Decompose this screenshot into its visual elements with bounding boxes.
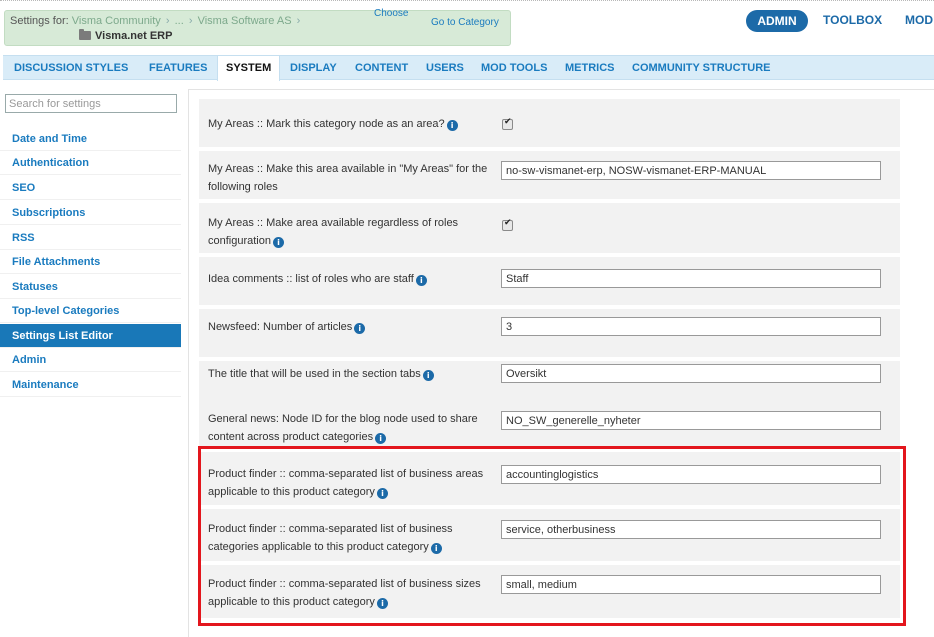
tab-display[interactable]: DISPLAY (290, 56, 337, 80)
settings-search-input[interactable] (5, 94, 177, 113)
breadcrumb: Settings for: Visma Community › ... › Vi… (4, 10, 511, 46)
setting-checkbox[interactable] (502, 117, 513, 130)
tab-users[interactable]: USERS (426, 56, 464, 80)
choose-link[interactable]: Choose (374, 8, 408, 19)
info-icon[interactable]: i (446, 120, 458, 131)
setting-label: The title that will be used in the secti… (208, 365, 496, 383)
setting-label: My Areas :: Make this area available in … (208, 163, 488, 193)
sidebar-item-maintenance[interactable]: Maintenance (0, 373, 181, 397)
sidebar-item-authentication[interactable]: Authentication (0, 151, 181, 175)
setting-checkbox[interactable] (502, 218, 513, 231)
sidebar-item-rss[interactable]: RSS (0, 226, 181, 250)
setting-label: My Areas :: Mark this category node as a… (208, 115, 496, 133)
tab-metrics[interactable]: METRICS (565, 56, 615, 80)
tab-community-structure[interactable]: COMMUNITY STRUCTURE (632, 56, 771, 80)
setting-row: General news: Node ID for the blog node … (199, 402, 900, 450)
tab-content[interactable]: CONTENT (355, 56, 408, 80)
breadcrumb-path: Settings for: Visma Community › ... › Vi… (10, 15, 302, 27)
setting-row: My Areas :: Mark this category node as a… (199, 99, 900, 149)
setting-row: My Areas :: Make this area available in … (199, 151, 900, 201)
info-icon[interactable]: i (273, 237, 284, 248)
sidebar-item-date-and-time[interactable]: Date and Time (0, 127, 181, 151)
folder-icon (79, 29, 91, 40)
go-to-category-link[interactable]: Go to Category (431, 17, 499, 28)
setting-text-input[interactable] (501, 161, 881, 180)
setting-text-input[interactable] (501, 317, 881, 336)
mod-link[interactable]: MOD (905, 13, 933, 27)
sidebar-item-top-level-categories[interactable]: Top-level Categories (0, 299, 181, 323)
breadcrumb-current: Visma.net ERP (79, 29, 173, 42)
setting-text-input[interactable] (501, 364, 881, 383)
setting-row: Idea comments :: list of roles who are s… (199, 257, 900, 307)
toolbox-link[interactable]: TOOLBOX (823, 13, 882, 27)
sidebar-item-subscriptions[interactable]: Subscriptions (0, 201, 181, 225)
highlight-box (198, 446, 906, 626)
info-icon[interactable]: i (375, 433, 387, 444)
breadcrumb-ellipsis-link[interactable]: ... (175, 15, 184, 27)
setting-label: Idea comments :: list of roles who are s… (208, 270, 496, 288)
setting-row: My Areas :: Make area available regardle… (199, 203, 900, 255)
settings-tabs: DISCUSSION STYLES FEATURES SYSTEM DISPLA… (3, 55, 934, 81)
top-divider (0, 0, 934, 1)
tab-features[interactable]: FEATURES (149, 56, 207, 80)
setting-label: General news: Node ID for the blog node … (208, 413, 478, 444)
breadcrumb-current-label: Visma.net ERP (95, 30, 173, 42)
setting-row: Newsfeed: Number of articles i (199, 309, 900, 359)
setting-text-input[interactable] (501, 269, 881, 288)
chevron-right-icon: › (296, 15, 301, 27)
breadcrumb-community-link[interactable]: Visma Community (72, 15, 161, 27)
breadcrumb-prefix: Settings for: (10, 15, 69, 27)
setting-label: Newsfeed: Number of articles i (208, 318, 496, 336)
chevron-right-icon: › (188, 15, 193, 27)
tab-discussion-styles[interactable]: DISCUSSION STYLES (14, 56, 128, 80)
setting-text-input[interactable] (501, 411, 881, 430)
info-icon[interactable]: i (354, 323, 366, 334)
sidebar-item-admin[interactable]: Admin (0, 348, 181, 372)
info-icon[interactable]: i (415, 275, 427, 286)
sidebar-item-statuses[interactable]: Statuses (0, 275, 181, 299)
info-icon[interactable]: i (422, 370, 434, 381)
tab-system[interactable]: SYSTEM (217, 56, 281, 81)
sidebar-item-file-attachments[interactable]: File Attachments (0, 250, 181, 274)
breadcrumb-company-link[interactable]: Visma Software AS (198, 15, 292, 27)
admin-button[interactable]: ADMIN (746, 10, 808, 32)
sidebar-item-settings-list-editor[interactable]: Settings List Editor (0, 324, 181, 348)
setting-label: My Areas :: Make area available regardle… (208, 217, 459, 248)
tab-mod-tools[interactable]: MOD TOOLS (481, 56, 547, 80)
chevron-right-icon: › (165, 15, 170, 27)
sidebar-item-seo[interactable]: SEO (0, 176, 181, 200)
